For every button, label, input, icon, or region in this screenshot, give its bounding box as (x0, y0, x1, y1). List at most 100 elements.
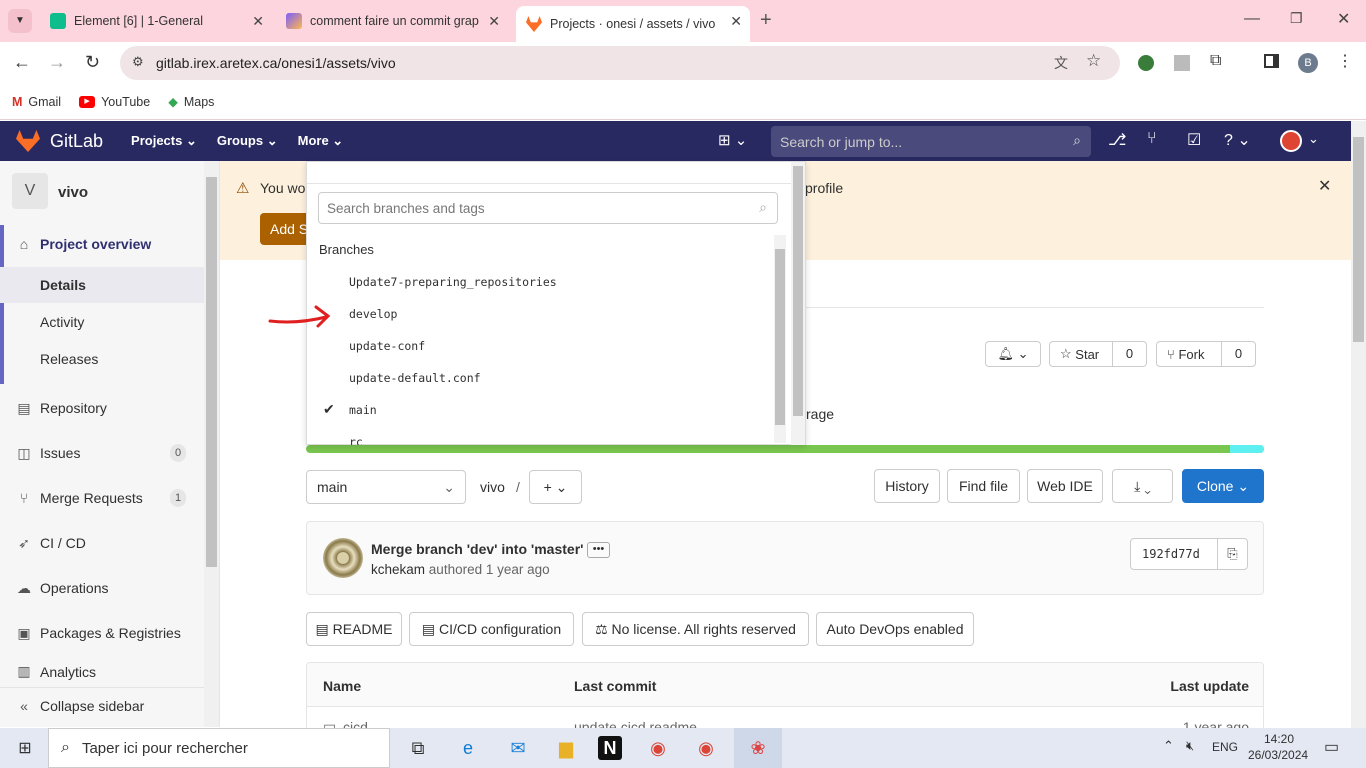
add-to-tree-button[interactable]: + ⌄ (529, 470, 582, 504)
list-scrollbar[interactable] (774, 235, 786, 443)
new-tab-button[interactable]: + (760, 9, 772, 32)
file-explorer-icon[interactable]: ▆ (550, 734, 582, 762)
volume-muted-icon[interactable]: 🔇︎ (1186, 738, 1194, 754)
project-name[interactable]: vivo (58, 184, 88, 201)
translate-icon[interactable]: 文 (1054, 53, 1068, 73)
extension-icon[interactable] (1138, 55, 1154, 71)
restore-icon[interactable]: ❐ (1290, 10, 1303, 27)
windows-start-icon[interactable]: ⊞ (8, 734, 42, 762)
help-icon[interactable]: ? ⌄ (1224, 130, 1251, 150)
tab-gitlab-project[interactable]: Projects · onesi / assets / vivo · G ✕ (516, 6, 750, 42)
bookmark-maps[interactable]: ◆ Maps (168, 94, 214, 110)
collapse-sidebar-button[interactable]: «Collapse sidebar (0, 687, 219, 723)
close-icon[interactable]: ✕ (1318, 176, 1331, 196)
extension-icon[interactable] (1174, 55, 1190, 71)
page-scrollbar[interactable] (1351, 121, 1366, 728)
gitlab-search-input[interactable]: Search or jump to... ⌕ (771, 126, 1091, 157)
clock-date[interactable]: 26/03/2024 (1248, 748, 1308, 762)
tab-commit-question[interactable]: comment faire un commit grap ✕ (276, 6, 508, 36)
branch-item-selected[interactable]: main (349, 403, 377, 417)
sidebar-scrollbar[interactable] (204, 161, 219, 727)
nav-projects[interactable]: Projects ⌄ (131, 133, 197, 149)
todos-icon[interactable]: ☑ (1187, 130, 1201, 150)
chevron-down-icon[interactable]: ⌄ (1308, 131, 1319, 147)
browser-menu-icon[interactable]: ⋮ (1337, 51, 1353, 71)
address-bar[interactable]: ⚙ gitlab.irex.aretex.ca/onesi1/assets/vi… (120, 46, 1120, 80)
dropdown-scrollbar[interactable] (791, 162, 805, 445)
copy-icon[interactable]: ⎘ (1217, 539, 1247, 569)
user-avatar[interactable] (1280, 130, 1302, 152)
chrome-icon[interactable]: ◉ (642, 734, 674, 762)
window-close-icon[interactable]: ✕ (1337, 9, 1350, 29)
commit-options-button[interactable]: ••• (587, 542, 610, 558)
sidebar-item-issues[interactable]: ◫ Issues 0 (0, 435, 204, 471)
side-panel-icon[interactable] (1264, 54, 1279, 68)
nav-groups[interactable]: Groups ⌄ (217, 133, 278, 149)
cicd-config-button[interactable]: ▤ CI/CD configuration (409, 612, 574, 646)
sidebar-item-cicd[interactable]: ➶ CI / CD (0, 525, 204, 561)
back-arrow-icon[interactable]: ← (13, 52, 31, 73)
mail-icon[interactable]: ✉ (502, 734, 534, 762)
branch-item[interactable]: update-conf (349, 339, 425, 353)
forward-arrow-icon[interactable]: → (48, 52, 66, 73)
notifications-icon[interactable]: ▭ (1324, 737, 1339, 757)
tab-search-button[interactable]: ▼ (8, 9, 32, 33)
notion-icon[interactable]: N (598, 736, 622, 760)
project-avatar[interactable]: V (12, 173, 48, 209)
breadcrumb-project[interactable]: vivo (480, 479, 505, 495)
commit-title[interactable]: Merge branch 'dev' into 'master' (371, 541, 583, 557)
issues-icon[interactable]: ⑂ (1147, 130, 1157, 148)
license-button[interactable]: ⚖ No license. All rights reserved (582, 612, 809, 646)
clone-button[interactable]: Clone ⌄ (1182, 469, 1264, 503)
bookmark-star-icon[interactable]: ☆ (1086, 51, 1101, 71)
close-icon[interactable]: ✕ (730, 13, 742, 30)
commit-author[interactable]: kchekam (371, 562, 425, 577)
fork-button[interactable]: ⑂ Fork 0 (1156, 341, 1256, 367)
branch-item[interactable]: rc (349, 435, 363, 445)
gitlab-logo-icon[interactable] (16, 130, 40, 152)
tray-chevron-up-icon[interactable]: ⌃ (1163, 738, 1174, 754)
sidebar-item-details[interactable]: Details (0, 267, 204, 303)
branch-select[interactable]: main ⌄ (306, 470, 466, 504)
notifications-button[interactable]: 🔔︎ ⌄ (985, 341, 1041, 367)
chrome-icon[interactable]: ◉ (690, 734, 722, 762)
sidebar-item-repository[interactable]: ▤ Repository (0, 390, 204, 426)
star-button[interactable]: ☆ Star 0 (1049, 341, 1147, 367)
app-icon[interactable]: ❀ (734, 728, 782, 768)
branch-item[interactable]: update-default.conf (349, 371, 481, 385)
sidebar-item-activity[interactable]: Activity (0, 304, 204, 340)
clock-time[interactable]: 14:20 (1264, 732, 1294, 746)
file-commit[interactable]: update cicd readme (574, 719, 697, 728)
auto-devops-button[interactable]: Auto DevOps enabled (816, 612, 974, 646)
branch-search-input[interactable]: Search branches and tags ⌕ (318, 192, 778, 224)
close-icon[interactable]: ✕ (488, 13, 500, 30)
table-row[interactable]: ▭ cicd update cicd readme 1 year ago (307, 708, 1263, 728)
edge-icon[interactable]: e (452, 734, 484, 762)
sidebar-item-releases[interactable]: Releases (0, 341, 204, 377)
sidebar-item-operations[interactable]: ☁ Operations (0, 570, 204, 606)
language-indicator[interactable]: ENG (1212, 740, 1238, 754)
sidebar-item-packages[interactable]: ▣ Packages & Registries (0, 615, 204, 651)
reload-icon[interactable]: ↻ (85, 52, 100, 73)
branch-item[interactable]: Update7-preparing_repositories (349, 275, 557, 289)
sidebar-item-analytics[interactable]: ▥ Analytics (0, 660, 204, 680)
history-button[interactable]: History (874, 469, 940, 503)
new-item-icon[interactable]: ⊞ ⌄ (718, 131, 747, 149)
sidebar-item-overview[interactable]: ⌂ Project overview (0, 226, 204, 262)
task-view-icon[interactable]: ⧉ (402, 734, 434, 762)
download-button[interactable]: ⤓ ⌄ (1112, 469, 1173, 503)
file-name[interactable]: cicd (343, 719, 368, 728)
find-file-button[interactable]: Find file (947, 469, 1020, 503)
taskbar-search-input[interactable]: ⌕ Taper ici pour rechercher (48, 728, 390, 768)
minimize-icon[interactable]: — (1244, 10, 1260, 28)
sidebar-item-merge-requests[interactable]: ⑂ Merge Requests 1 (0, 480, 204, 516)
close-icon[interactable]: ✕ (252, 13, 264, 30)
extensions-puzzle-icon[interactable]: ⧉ (1210, 52, 1221, 70)
merge-requests-icon[interactable]: ⎇ (1108, 130, 1126, 150)
web-ide-button[interactable]: Web IDE (1027, 469, 1103, 503)
avatar[interactable] (323, 538, 363, 578)
nav-more[interactable]: More ⌄ (298, 133, 344, 149)
bookmark-gmail[interactable]: M Gmail (12, 95, 61, 109)
gitlab-brand[interactable]: GitLab (50, 131, 103, 152)
site-info-icon[interactable]: ⚙ (132, 54, 144, 70)
